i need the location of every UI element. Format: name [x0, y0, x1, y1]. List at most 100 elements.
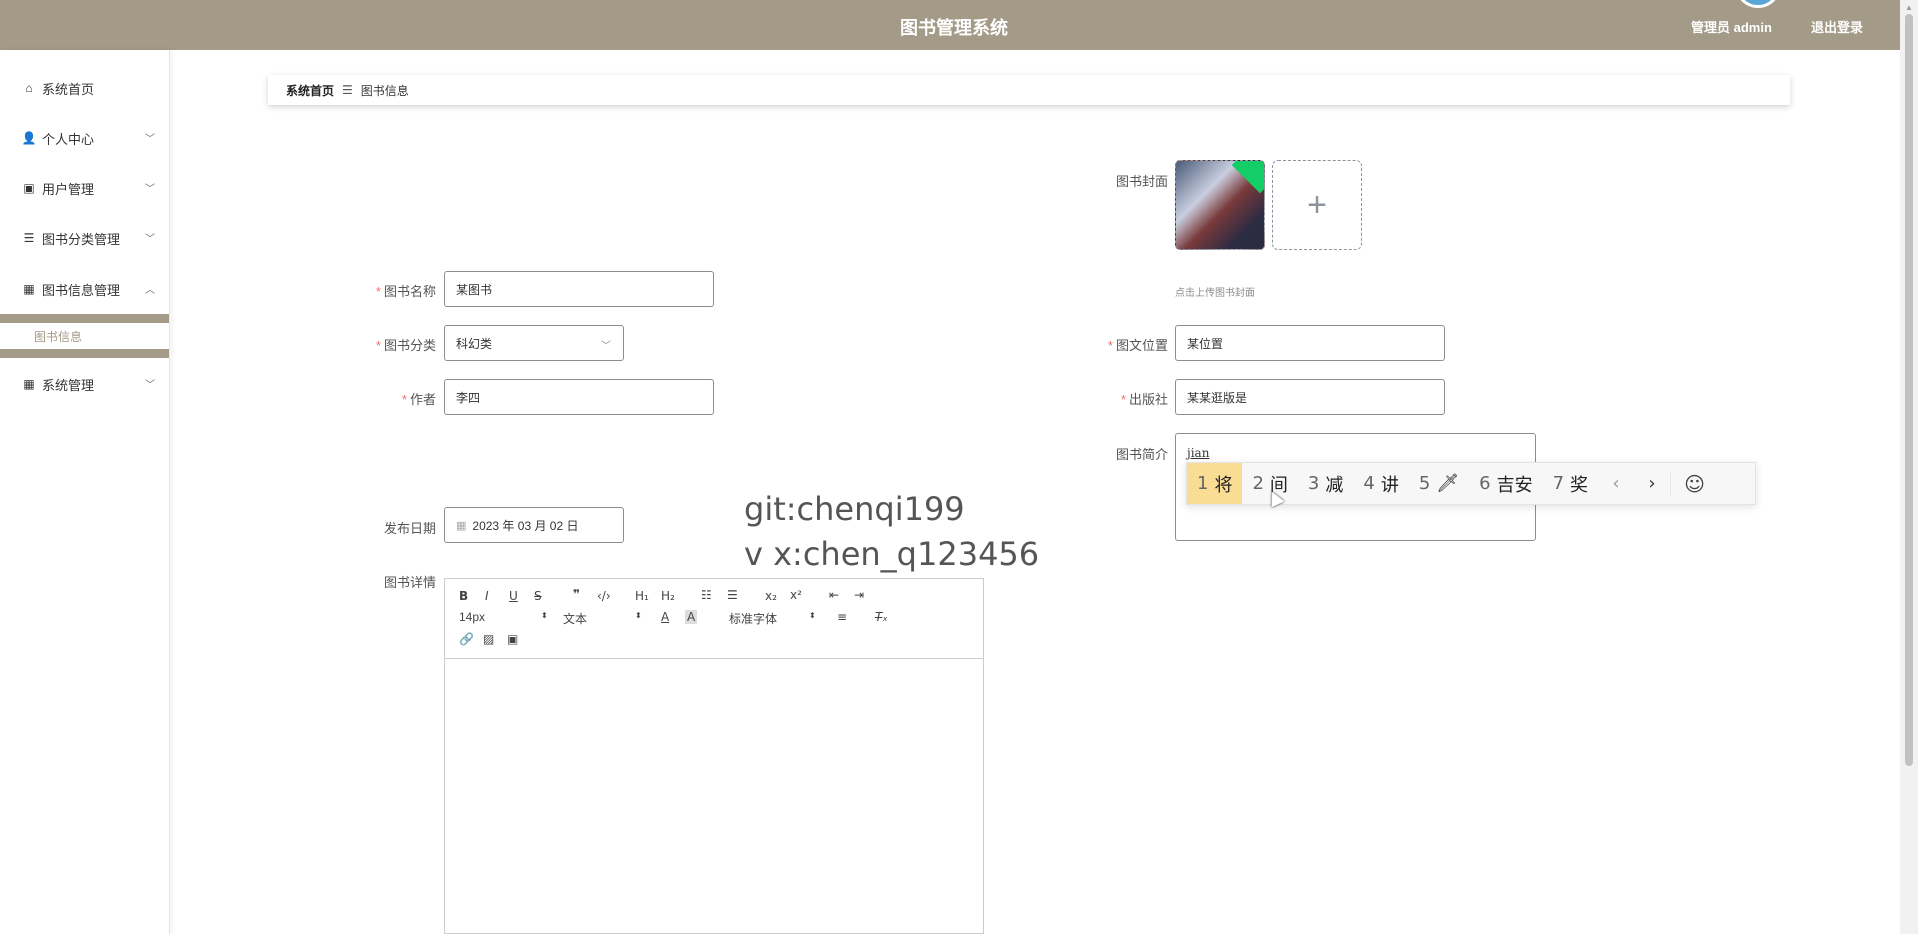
heading2-icon[interactable]: H₂: [661, 589, 675, 603]
sidebar-item-profile[interactable]: 👤 个人中心 ﹀: [0, 118, 169, 158]
sidebar-item-label: 个人中心: [42, 131, 95, 147]
link-icon[interactable]: 🔗: [459, 632, 474, 646]
book-name-label: * 图书名称: [375, 284, 436, 299]
category-select[interactable]: 科幻类 ﹀: [444, 325, 624, 361]
sidebar-item-label: 系统管理: [42, 377, 95, 393]
chevron-down-icon: ﹀: [145, 184, 155, 195]
ime-candidate[interactable]: 6 吉安: [1469, 463, 1542, 504]
indent-icon[interactable]: ⇥: [854, 588, 864, 602]
ime-next-page-icon[interactable]: ›: [1634, 473, 1670, 494]
book-name-field[interactable]: 某图书: [444, 271, 714, 307]
sidebar-item-label: 用户管理: [42, 181, 95, 197]
select-arrows-icon: ⬍: [809, 611, 816, 620]
text-type-select[interactable]: 文本 ⬍: [563, 610, 643, 627]
select-arrows-icon: ⬍: [541, 611, 548, 620]
ordered-list-icon[interactable]: ☷: [701, 588, 712, 602]
sidebar-item-users[interactable]: ▣ 用户管理 ﹀: [0, 168, 169, 208]
breadcrumb-separator-icon: ☰: [342, 83, 353, 97]
font-family-select[interactable]: 标准字体 ⬍: [729, 610, 816, 627]
bold-icon[interactable]: B: [459, 589, 468, 603]
strike-icon[interactable]: S: [534, 589, 542, 603]
editor-content-area[interactable]: [445, 659, 983, 933]
clear-format-icon[interactable]: T̶ₓ: [875, 610, 888, 624]
chevron-down-icon: ﹀: [145, 380, 155, 391]
breadcrumb: 系统首页 ☰ 图书信息: [268, 75, 1790, 105]
sidebar-item-book-info[interactable]: ▦ 图书信息管理 ︿: [0, 269, 169, 309]
clipboard-icon: ▣: [23, 181, 35, 195]
heading1-icon[interactable]: H₁: [635, 589, 649, 603]
bullet-list-icon[interactable]: ☰: [727, 588, 738, 602]
sidebar-item-home[interactable]: ⌂ 系统首页: [0, 68, 169, 108]
watermark-line-1: git:chenqi199: [744, 490, 965, 528]
breadcrumb-current: 图书信息: [360, 83, 409, 98]
scroll-up-icon[interactable]: ▲: [1905, 3, 1913, 12]
upload-success-badge: [1231, 161, 1264, 194]
sidebar-item-label: 图书分类管理: [42, 231, 121, 247]
summary-label: 图书简介: [1115, 447, 1168, 462]
align-icon[interactable]: ≡: [837, 610, 847, 624]
code-icon[interactable]: ‹/›: [597, 589, 611, 603]
outdent-icon[interactable]: ⇤: [829, 588, 839, 602]
image-icon[interactable]: ▨: [483, 632, 494, 646]
details-label: 图书详情: [383, 575, 436, 590]
font-size-value: 14px: [459, 610, 486, 624]
author-label: * 作者: [401, 392, 436, 407]
editor-toolbar: B I U S ❞ ‹/› H₁ H₂ ☷ ☰ x₂ x² ⇤ ⇥ 14px ⬍…: [445, 579, 983, 659]
background-color-icon[interactable]: A: [685, 610, 698, 624]
chevron-down-icon: ﹀: [145, 234, 155, 245]
sidebar-item-label: 图书信息管理: [42, 282, 121, 298]
category-label: * 图书分类: [375, 338, 436, 353]
ime-candidate[interactable]: 5 🗡: [1409, 463, 1469, 504]
avatar[interactable]: [1735, 0, 1781, 8]
cover-thumbnail-image[interactable]: [1175, 160, 1265, 250]
ime-candidate[interactable]: 3减: [1298, 463, 1353, 504]
quote-icon[interactable]: ❞: [573, 587, 580, 601]
chevron-down-icon: ﹀: [601, 341, 611, 352]
grid-icon: ▦: [23, 282, 35, 296]
publish-date-picker[interactable]: ▦ 2023 年 03 月 02 日: [444, 507, 624, 543]
underline-icon[interactable]: U: [509, 589, 518, 603]
breadcrumb-home[interactable]: 系统首页: [286, 82, 334, 99]
ime-candidate[interactable]: 1将: [1187, 463, 1243, 504]
grid-icon: ▦: [23, 377, 35, 391]
superscript-icon[interactable]: x²: [790, 588, 802, 602]
subscript-icon[interactable]: x₂: [765, 589, 777, 603]
sidebar-item-system[interactable]: ▦ 系统管理 ﹀: [0, 364, 169, 404]
video-icon[interactable]: ▣: [507, 632, 518, 646]
ime-emoji-icon[interactable]: ☺: [1670, 471, 1718, 496]
summary-text: jian: [1187, 446, 1210, 460]
sidebar: ⌂ 系统首页 👤 个人中心 ﹀ ▣ 用户管理 ﹀ ☰ 图书分类管理 ﹀ ▦ 图书…: [0, 50, 170, 934]
publisher-field[interactable]: 某某逛版是: [1175, 379, 1445, 415]
publish-date-label: 发布日期: [383, 521, 436, 536]
sidebar-subitem-book-info[interactable]: 图书信息: [0, 314, 169, 358]
publisher-label: * 出版社: [1120, 392, 1168, 407]
upload-cover-button[interactable]: +: [1272, 160, 1362, 250]
ime-candidate[interactable]: 4讲: [1353, 463, 1408, 504]
ime-prev-page-icon[interactable]: ‹: [1598, 473, 1634, 494]
chevron-down-icon: ﹀: [145, 134, 155, 145]
sidebar-item-book-category[interactable]: ☰ 图书分类管理 ﹀: [0, 218, 169, 258]
logout-link[interactable]: 退出登录: [1811, 17, 1863, 36]
author-field[interactable]: 李四: [444, 379, 714, 415]
location-field[interactable]: 某位置: [1175, 325, 1445, 361]
sidebar-item-label: 系统首页: [42, 81, 95, 97]
font-family-value: 标准字体: [729, 612, 778, 626]
calendar-icon: ▦: [456, 519, 467, 532]
font-color-icon[interactable]: A: [661, 610, 669, 624]
user-icon: 👤: [21, 131, 37, 145]
current-user-label: 管理员 admin: [1691, 20, 1772, 35]
chevron-up-icon: ︿: [145, 285, 155, 296]
italic-icon[interactable]: I: [485, 589, 489, 603]
scrollbar-thumb[interactable]: [1905, 14, 1913, 766]
ime-candidate[interactable]: 7奖: [1543, 463, 1598, 504]
rich-text-editor: B I U S ❞ ‹/› H₁ H₂ ☷ ☰ x₂ x² ⇤ ⇥ 14px ⬍…: [444, 578, 984, 934]
home-icon: ⌂: [25, 81, 33, 95]
publish-date-value: 2023 年 03 月 02 日: [472, 518, 579, 533]
location-label: * 图文位置: [1107, 338, 1168, 353]
text-type-value: 文本: [563, 612, 588, 626]
watermark-line-2: v x:chen_q123456: [744, 535, 1040, 573]
page-scrollbar[interactable]: ▲: [1900, 0, 1918, 934]
app-title: 图书管理系统: [900, 18, 1008, 38]
font-size-select[interactable]: 14px ⬍: [459, 610, 549, 624]
list-icon: ☰: [23, 231, 35, 245]
